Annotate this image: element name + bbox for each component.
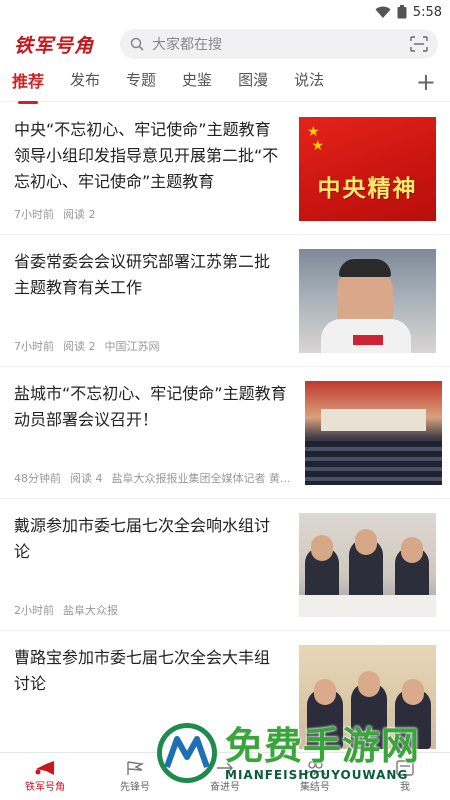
news-source: 中国江苏网: [104, 340, 160, 353]
status-bar: 5:58: [0, 0, 450, 24]
thumbnail-caption: 中央精神: [317, 176, 418, 202]
search-bar[interactable]: 大家都在搜: [120, 29, 438, 59]
add-channel-icon[interactable]: +: [416, 70, 436, 94]
news-reads: 阅读 2: [63, 340, 96, 353]
scan-icon[interactable]: [410, 36, 428, 52]
news-meta: 7小时前 阅读 2: [14, 206, 285, 222]
news-meta: 7小时前 阅读 2 中国江苏网: [14, 338, 285, 354]
news-source: 盐阜大众报报业集团全媒体记者 黄...: [111, 472, 291, 485]
tab-publish[interactable]: 发布: [70, 69, 100, 96]
channel-tabs: 推荐 发布 专题 史鉴 图漫 说法 +: [0, 64, 450, 104]
status-time: 5:58: [412, 4, 442, 20]
news-item[interactable]: 盐城市“不忘初心、牢记使命”主题教育动员部署会议召开！ 48分钟前 阅读 4 盐…: [0, 367, 450, 499]
news-item[interactable]: 省委常委会会议研究部署江苏第二批主题教育有关工作 7小时前 阅读 2 中国江苏网: [0, 235, 450, 367]
watermark-logo-icon: [157, 723, 217, 783]
news-title: 中央“不忘初心、牢记使命”主题教育领导小组印发指导意见开展第二批“不忘初心、牢记…: [14, 120, 279, 191]
news-title: 盐城市“不忘初心、牢记使命”主题教育动员部署会议召开！: [14, 384, 287, 429]
news-thumbnail: ★ ★ 中央精神: [299, 117, 436, 221]
news-item[interactable]: 中央“不忘初心、牢记使命”主题教育领导小组印发指导意见开展第二批“不忘初心、牢记…: [0, 103, 450, 235]
news-time: 2小时前: [14, 604, 54, 617]
news-thumbnail: [299, 513, 436, 617]
news-item[interactable]: 戴源参加市委七届七次全会响水组讨论 2小时前 盐阜大众报: [0, 499, 450, 631]
watermark: 免费手游网 MIANFEISHOUYOUWANG: [155, 710, 450, 796]
battery-icon: [397, 5, 407, 19]
horn-icon: [35, 761, 54, 775]
watermark-title: 免费手游网: [225, 724, 421, 768]
news-reads: 阅读 4: [70, 472, 103, 485]
news-time: 7小时前: [14, 340, 54, 353]
news-reads: 阅读 2: [63, 208, 96, 221]
stars-icon: ★ ★: [307, 124, 325, 154]
news-title: 省委常委会会议研究部署江苏第二批主题教育有关工作: [14, 252, 271, 297]
tab-history[interactable]: 史鉴: [182, 69, 212, 96]
nav-tiejun[interactable]: 铁军号角: [0, 753, 90, 800]
search-placeholder: 大家都在搜: [152, 37, 222, 53]
tab-recommend[interactable]: 推荐: [12, 68, 44, 104]
news-time: 48分钟前: [14, 472, 61, 485]
top-header: 铁军号角 大家都在搜: [0, 24, 450, 64]
search-icon: [130, 37, 144, 51]
news-meta: 48分钟前 阅读 4 盐阜大众报报业集团全媒体记者 黄...: [14, 470, 291, 486]
watermark-subtitle: MIANFEISHOUYOUWANG: [225, 768, 409, 782]
news-title: 曹路宝参加市委七届七次全会大丰组讨论: [14, 648, 271, 693]
tab-topics[interactable]: 专题: [126, 69, 156, 96]
news-time: 7小时前: [14, 208, 54, 221]
news-source: 盐阜大众报: [63, 604, 118, 617]
news-thumbnail: [304, 381, 442, 485]
news-thumbnail: [299, 249, 436, 353]
news-title: 戴源参加市委七届七次全会响水组讨论: [14, 516, 271, 561]
tab-comics[interactable]: 图漫: [238, 69, 268, 96]
news-meta: 2小时前 盐阜大众报: [14, 602, 285, 618]
nav-label: 铁军号角: [25, 782, 65, 793]
tab-law[interactable]: 说法: [294, 69, 324, 96]
app-logo: 铁军号角: [14, 34, 95, 57]
wifi-icon: [375, 6, 391, 18]
flag-icon: [127, 761, 145, 775]
nav-label: 先锋号: [120, 782, 150, 793]
news-feed: 中央“不忘初心、牢记使命”主题教育领导小组印发指导意见开展第二批“不忘初心、牢记…: [0, 103, 450, 763]
